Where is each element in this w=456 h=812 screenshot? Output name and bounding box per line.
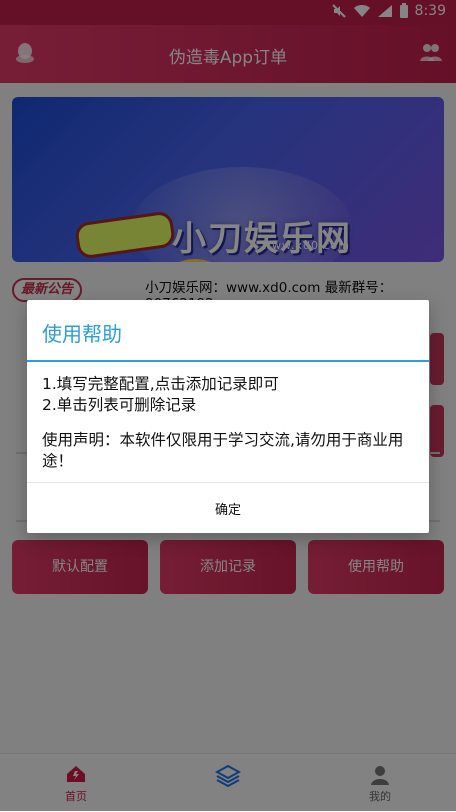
dialog-title: 使用帮助	[42, 322, 122, 346]
dialog-line-2: 2.单击列表可删除记录	[42, 396, 197, 414]
dialog-footer: 确定	[27, 482, 429, 534]
dialog-line-1: 1.填写完整配置,点击添加记录即可	[42, 375, 279, 393]
dialog-line-3: 使用声明：本软件仅限用于学习交流,请勿用于商业用途！	[42, 431, 404, 470]
ok-button[interactable]: 确定	[27, 499, 429, 518]
help-dialog: 使用帮助 1.填写完整配置,点击添加记录即可 2.单击列表可删除记录 使用声明：…	[27, 300, 429, 533]
dialog-body: 1.填写完整配置,点击添加记录即可 2.单击列表可删除记录 使用声明：本软件仅限…	[42, 374, 414, 472]
dialog-divider	[27, 360, 429, 362]
app-page: 8:39 伪造毒App订单 小刀娱乐网 www.xd0.com ¥	[0, 0, 456, 812]
